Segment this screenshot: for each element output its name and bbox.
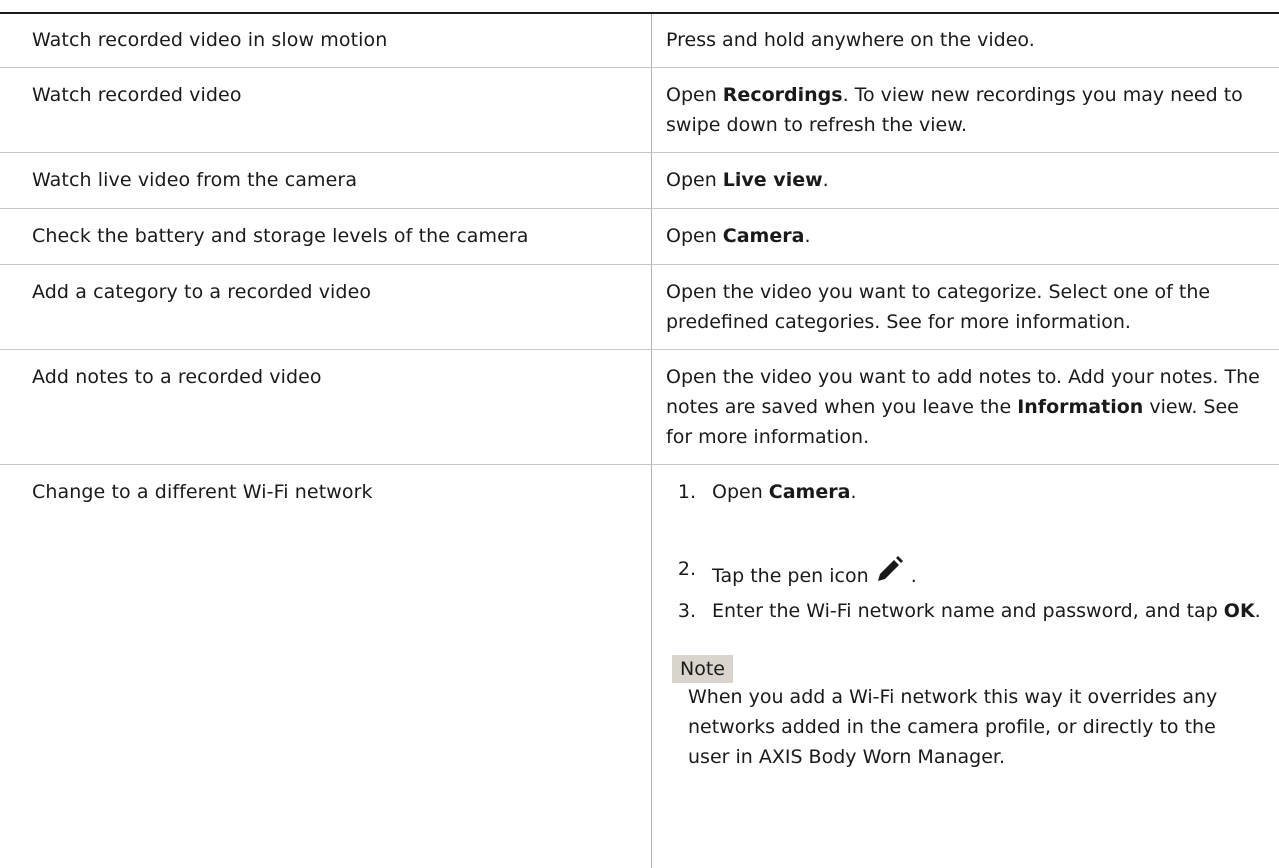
task-cell: Change to a different Wi-Fi network [32,481,373,503]
table-top-rule [0,12,1279,14]
step-item: 2. Tap the pen icon . [666,554,1266,587]
action-cell: Open Camera. [666,225,811,247]
task-cell: Watch recorded video in slow motion [32,29,388,51]
task-cell: Watch recorded video [32,84,242,106]
action-cell: Open the video you want to add notes to.… [666,366,1260,448]
pen-icon [875,554,905,593]
action-cell: Press and hold anywhere on the video. [666,29,1035,51]
ui-term: Recordings [722,84,843,106]
ui-term: Camera [722,225,805,247]
ui-term: Information [1017,396,1144,418]
ui-term: Camera [768,481,851,503]
ui-term: Live view [722,169,823,191]
column-divider [651,14,652,868]
task-cell: Add a category to a recorded video [32,281,372,303]
action-cell: Open the video you want to categorize. S… [666,281,1211,333]
task-cell: Check the battery and storage levels of … [32,225,529,247]
step-item: 3. Enter the Wi-Fi network name and pass… [677,600,1261,622]
row-divider [0,152,1279,153]
task-cell: Add notes to a recorded video [32,366,322,388]
note-label: Note [672,655,733,683]
action-cell: Open Live view. [666,169,829,191]
action-cell: Open Recordings. To view new recordings … [666,84,1243,136]
row-divider [0,464,1279,465]
ui-term: OK [1223,600,1255,622]
task-cell: Watch live video from the camera [32,169,358,191]
step-item: 1. Open Camera. [677,481,857,503]
row-divider [0,264,1279,265]
note-text: When you add a Wi-Fi network this way it… [688,686,1218,768]
row-divider [0,349,1279,350]
row-divider [0,67,1279,68]
row-divider [0,208,1279,209]
